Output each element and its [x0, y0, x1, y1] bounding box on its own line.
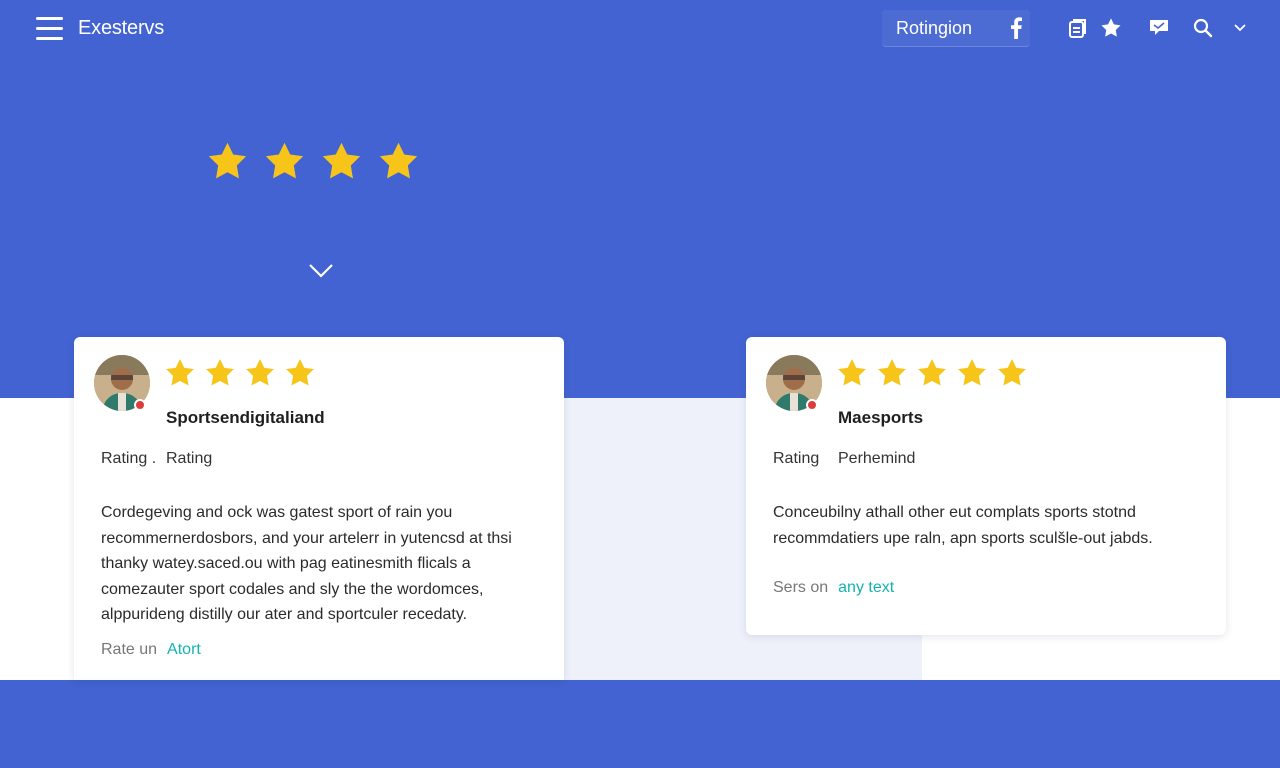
star-icon	[878, 359, 906, 386]
review-footer: Rate un Atort	[101, 641, 201, 659]
footer-label: Sers on	[773, 579, 829, 596]
footer-band	[0, 680, 1280, 768]
review-body: Conceubilny athall other eut complats sp…	[773, 500, 1153, 551]
rating-label: Rating .	[101, 450, 157, 467]
review-rating-stars	[836, 357, 1028, 389]
star-icon	[918, 359, 946, 386]
review-line: comezauter sport codales and sly the the…	[101, 580, 484, 598]
app-title: Exestervs	[78, 17, 165, 39]
review-footer: Sers on any text	[773, 579, 894, 597]
facebook-icon[interactable]	[1004, 16, 1028, 40]
star-icon	[322, 142, 361, 179]
star-icon	[265, 142, 304, 179]
review-body: Cordegeving and ock was gatest sport of …	[101, 500, 512, 628]
footer-link[interactable]: Atort	[167, 641, 201, 659]
review-card: Sportsendigitaliand Rating . Rating Cord…	[74, 337, 564, 680]
star-icon	[958, 359, 986, 386]
scroll-down-chevron-icon[interactable]	[308, 262, 334, 280]
rating-label: Rating	[773, 450, 820, 467]
chevron-down-icon[interactable]	[1228, 16, 1252, 40]
star-icon	[246, 359, 274, 386]
review-line: alppurideng distilly our ater and sportc…	[101, 606, 468, 623]
hamburger-icon[interactable]	[36, 17, 63, 40]
star-icon	[838, 359, 866, 386]
status-badge	[806, 399, 818, 411]
top-bar: Exestervs Rotingion	[0, 0, 1280, 58]
rating-value: Rating	[166, 450, 213, 467]
star-icon	[206, 359, 234, 386]
search-icon[interactable]	[1191, 16, 1215, 40]
review-line: recommernerdosbors, and your artelerr in…	[101, 529, 512, 547]
chat-icon[interactable]	[1147, 16, 1171, 40]
reviewer-name: Sportsendigitaliand	[166, 408, 325, 427]
rating-value: Perhemind	[838, 450, 916, 467]
review-line: Conceubilny athall other eut complats sp…	[773, 504, 1136, 521]
review-card: Maesports Rating Perhemind Conceubilny a…	[746, 337, 1226, 635]
star-icon	[379, 142, 418, 179]
reviewer-name: Maesports	[838, 408, 924, 427]
hero-rating-stars	[206, 140, 420, 183]
review-rating-stars	[164, 357, 316, 389]
star-icon	[998, 359, 1026, 386]
star-icon[interactable]	[1099, 16, 1123, 40]
clipboard-icon[interactable]	[1066, 16, 1090, 40]
star-icon	[208, 142, 247, 179]
status-badge	[134, 399, 146, 411]
rating-row: Rating Perhemind	[773, 450, 915, 468]
review-line: recommdatiers upe raln, apn sports sculš…	[773, 529, 1153, 547]
review-line: Cordegeving and ock was gatest sport of …	[101, 504, 453, 521]
star-icon	[166, 359, 194, 386]
rating-row: Rating . Rating	[101, 450, 212, 468]
review-line: thanky watey.saced.ou with pag eatinesmi…	[101, 555, 471, 572]
footer-link[interactable]: any text	[838, 579, 894, 597]
star-icon	[286, 359, 314, 386]
footer-label: Rate un	[101, 641, 158, 658]
